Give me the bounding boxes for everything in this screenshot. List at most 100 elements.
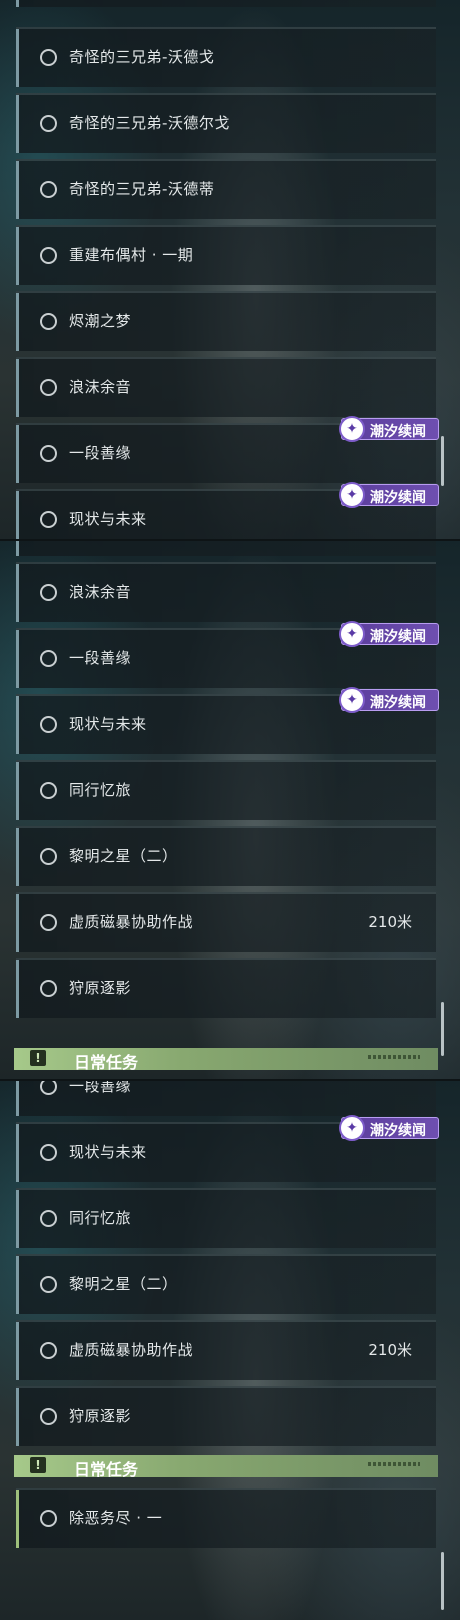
circle-outline-icon [40,247,57,264]
quest-row-foam[interactable]: 浪沫余音 [16,357,436,417]
quest-row-storm[interactable]: 虚质磁暴协助作战 210米 [16,892,436,952]
circle-outline-icon [40,1276,57,1293]
quest-row-bond[interactable]: 一段善缘 [16,1080,436,1116]
quest-row-wodeerge[interactable]: 奇怪的三兄弟-沃德尔戈 [16,93,436,153]
quest-row-storm[interactable]: 虚质磁暴协助作战 210米 [16,1320,436,1380]
row-accent [16,894,19,952]
quest-title: 同行忆旅 [69,1209,132,1227]
quest-title: 一段善缘 [69,649,132,667]
quest-title: 一段善缘 [69,1080,132,1095]
tidal-story-icon: ✦ [339,482,365,508]
quest-title: 除恶务尽 · 一 [69,1509,163,1527]
row-accent [16,1490,19,1548]
circle-outline-icon [40,980,57,997]
quest-row-journey[interactable]: 同行忆旅 [16,760,436,820]
quest-row-partial[interactable] [16,0,436,7]
badge-label: 潮汐续闻 [370,629,426,645]
row-accent [16,425,19,483]
section-title: 日常任务 [74,1460,139,1479]
row-accent [16,1256,19,1314]
quest-title: 现状与未来 [69,1143,147,1161]
quest-title: 浪沫余音 [69,378,132,396]
quest-row-dawn[interactable]: 黎明之星（二） [16,826,436,886]
daily-quests-header[interactable]: ! 日常任务 [14,1048,438,1072]
quest-title: 烬潮之梦 [69,312,132,330]
row-accent [16,293,19,351]
scrollbar-thumb[interactable] [441,436,444,486]
circle-outline-icon [40,181,57,198]
row-accent [16,762,19,820]
row-accent [16,828,19,886]
row-accent [16,161,19,219]
row-accent [16,491,19,540]
circle-outline-icon [40,1210,57,1227]
quest-distance: 210米 [368,913,412,931]
quest-title: 黎明之星（二） [69,1275,178,1293]
quest-row-wodedi[interactable]: 奇怪的三兄弟-沃德蒂 [16,159,436,219]
quest-title: 同行忆旅 [69,781,132,799]
row-accent [16,0,19,7]
circle-outline-icon [40,782,57,799]
quest-row-dawn[interactable]: 黎明之星（二） [16,1254,436,1314]
quest-title: 浪沫余音 [69,583,132,601]
circle-outline-icon [40,1342,57,1359]
tidal-story-badge: ✦ 潮汐续闻 [339,1115,439,1141]
row-accent [16,540,19,556]
quest-title: 虚质磁暴协助作战 [69,1341,194,1359]
quest-row-foam[interactable]: 浪沫余音 [16,562,436,622]
row-accent [16,359,19,417]
quest-row-hunt[interactable]: 狩原逐影 [16,1386,436,1446]
row-accent [16,95,19,153]
scrollbar-thumb[interactable] [441,1002,444,1056]
quest-row-dream[interactable]: 烬潮之梦 [16,291,436,351]
quest-title: 狩原逐影 [69,1407,132,1425]
circle-outline-icon [40,49,57,66]
quest-row-hunt[interactable]: 狩原逐影 [16,958,436,1018]
quest-row-journey[interactable]: 同行忆旅 [16,1188,436,1248]
daily-quests-header[interactable]: ! 日常任务 [14,1455,438,1479]
circle-outline-icon [40,1144,57,1161]
quest-title: 奇怪的三兄弟-沃德戈 [69,48,215,66]
circle-outline-icon [40,716,57,733]
circle-outline-icon [40,1510,57,1527]
quest-list-panel-2: 烬潮之梦 浪沫余音 一段善缘 现状与未来 同行忆旅 黎明之星（二） [0,540,460,1080]
circle-outline-icon [40,650,57,667]
exclamation-icon: ! [30,1457,46,1473]
quest-title: 一段善缘 [69,444,132,462]
scrollbar-thumb[interactable] [441,1552,444,1610]
quest-distance: 210米 [368,1341,412,1359]
circle-outline-icon [40,848,57,865]
tidal-story-badge: ✦ 潮汐续闻 [339,621,439,647]
screenshot-divider [0,539,460,541]
header-decoration [368,1462,420,1466]
row-accent [16,1124,19,1182]
circle-outline-icon [40,379,57,396]
row-accent [16,696,19,754]
quest-row-rebuild[interactable]: 重建布偶村 · 一期 [16,225,436,285]
badge-label: 潮汐续闻 [370,695,426,711]
quest-list-panel-3: 一段善缘 现状与未来 同行忆旅 黎明之星（二） 虚质磁暴协助作战 210米 狩原… [0,1080,460,1620]
circle-outline-icon [40,1080,57,1095]
quest-row-wodego[interactable]: 奇怪的三兄弟-沃德戈 [16,27,436,87]
quest-title: 狩原逐影 [69,979,132,997]
row-accent [16,1080,19,1116]
quest-row-evil[interactable]: 除恶务尽 · 一 [16,1488,436,1548]
row-accent [16,630,19,688]
quest-list-panel-1: 奇怪的三兄弟-沃德戈 奇怪的三兄弟-沃德尔戈 奇怪的三兄弟-沃德蒂 重建布偶村 … [0,0,460,540]
tidal-story-badge: ✦ 潮汐续闻 [339,482,439,508]
circle-outline-icon [40,313,57,330]
quest-row-dream[interactable]: 烬潮之梦 [16,540,436,556]
quest-title: 奇怪的三兄弟-沃德尔戈 [69,114,230,132]
circle-outline-icon [40,1408,57,1425]
quest-title: 奇怪的三兄弟-沃德蒂 [69,180,215,198]
row-accent [16,564,19,622]
circle-outline-icon [40,511,57,528]
row-accent [16,1388,19,1446]
screenshot-divider [0,1079,460,1081]
quest-title: 现状与未来 [69,715,147,733]
badge-label: 潮汐续闻 [370,424,426,440]
row-accent [16,1322,19,1380]
circle-outline-icon [40,445,57,462]
circle-outline-icon [40,914,57,931]
tidal-story-icon: ✦ [339,416,365,442]
